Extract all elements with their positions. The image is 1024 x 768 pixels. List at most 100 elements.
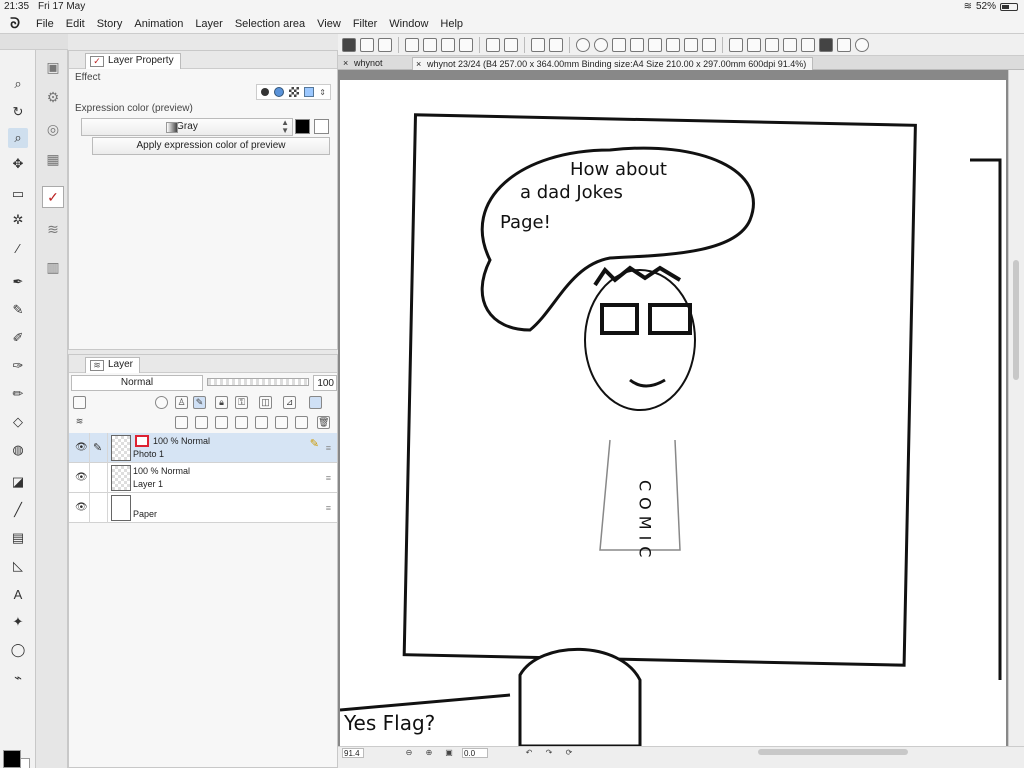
close-icon[interactable]: ×	[343, 57, 348, 69]
tab-whynot[interactable]: × whynot	[340, 57, 389, 70]
expression-color-select[interactable]: Gray ▲ ▼	[81, 118, 293, 136]
ruler-tool-icon[interactable]: ◺	[8, 556, 28, 576]
apply-mask-icon[interactable]	[255, 416, 268, 429]
rotate-right-icon[interactable]: ↷	[544, 748, 554, 758]
tab-layer[interactable]: ≋ Layer	[85, 357, 141, 373]
gradient-tool-icon[interactable]: ◪	[8, 472, 28, 492]
white-color-box[interactable]	[314, 119, 329, 134]
export-icon[interactable]	[459, 37, 473, 52]
rotate-tool-icon[interactable]: ↻	[8, 102, 28, 122]
vertical-scrollbar[interactable]	[1008, 70, 1024, 746]
fill-tool-icon[interactable]: ◍	[8, 440, 28, 460]
zoom-out-icon[interactable]	[594, 37, 608, 52]
new-file-icon[interactable]	[405, 37, 419, 52]
selection-tool-icon[interactable]	[378, 37, 392, 52]
zoom-out-icon[interactable]: ⊖	[404, 748, 414, 758]
operation-tool-icon[interactable]: ⌁	[8, 668, 28, 688]
layer-stack-icon[interactable]: ≋	[73, 416, 86, 429]
redo-icon[interactable]	[504, 37, 518, 52]
layer-row-photo-1[interactable]: 👁︎ ✎ 100 % Normal Photo 1 ✎ ≡	[69, 433, 337, 463]
border-effect-icon[interactable]	[261, 88, 270, 96]
grid-snap-icon[interactable]	[702, 37, 716, 52]
color-icon[interactable]	[837, 37, 851, 52]
menu-help[interactable]: Help	[434, 18, 469, 30]
view-tool-icon[interactable]: ⌕	[8, 128, 28, 148]
ruler-link-icon[interactable]: ⊿	[283, 396, 296, 409]
copy-layer-icon[interactable]	[295, 416, 308, 429]
rotate-icon[interactable]	[648, 37, 662, 52]
move-tool-icon[interactable]: ✥	[8, 154, 28, 174]
apply-expression-color-button[interactable]: Apply expression color of preview	[92, 137, 330, 155]
foreground-color-swatch[interactable]	[3, 750, 21, 768]
zoom-input[interactable]: 91.4	[342, 748, 364, 758]
zoom-in-icon[interactable]	[576, 37, 590, 52]
save-icon[interactable]	[441, 37, 455, 52]
blend-mode-select[interactable]: Normal	[71, 375, 203, 391]
close-icon[interactable]: ×	[416, 58, 421, 70]
layer-menu-icon[interactable]: ≡	[326, 503, 331, 513]
app-logo-icon[interactable]: ᘐ	[0, 15, 30, 32]
open-file-icon[interactable]	[423, 37, 437, 52]
decoration-tool-icon[interactable]: ✏	[8, 384, 28, 404]
undo-icon[interactable]	[486, 37, 500, 52]
menu-edit[interactable]: Edit	[60, 18, 91, 30]
deselect-icon[interactable]	[531, 37, 545, 52]
merge-down-icon[interactable]	[275, 416, 288, 429]
layers-icon[interactable]	[747, 37, 761, 52]
fit-view-icon[interactable]	[612, 37, 626, 52]
layer-row-layer-1[interactable]: 👁︎ 100 % Normal Layer 1 ≡	[69, 463, 337, 493]
new-vector-layer-icon[interactable]	[195, 416, 208, 429]
layer-menu-icon[interactable]: ≡	[326, 473, 331, 483]
eye-icon[interactable]: 👁︎	[75, 502, 88, 513]
new-mask-icon[interactable]	[235, 416, 248, 429]
ruler-icon[interactable]	[666, 37, 680, 52]
menu-layer[interactable]: Layer	[189, 18, 229, 30]
tone-icon[interactable]	[289, 87, 300, 97]
menu-selection-area[interactable]: Selection area	[229, 18, 311, 30]
sub-tool-icon[interactable]: ⚙	[42, 86, 64, 108]
clip-icon[interactable]	[155, 396, 168, 409]
lock-transparency-icon[interactable]: ⚿	[235, 396, 248, 409]
rotate-left-icon[interactable]: ↶	[524, 748, 534, 758]
layer-color-icon[interactable]	[73, 396, 86, 409]
marquee-tool-icon[interactable]: ▭	[8, 184, 28, 204]
layer-stack-icon[interactable]: ≋	[42, 218, 64, 240]
grid-icon[interactable]	[342, 37, 356, 52]
trash-icon[interactable]: 🗑︎	[317, 416, 330, 429]
line-tool-icon[interactable]: ╱	[8, 500, 28, 520]
comic-page[interactable]: How about a dad Jokes Page! COMIC Yes Flag…	[340, 80, 1006, 746]
color-set-icon[interactable]: ▦	[42, 148, 64, 170]
text-tool-icon[interactable]: A	[8, 584, 28, 604]
eyedropper-tool-icon[interactable]: ⁄	[8, 238, 28, 258]
pencil-tool-icon[interactable]: ✎	[8, 300, 28, 320]
reference-icon[interactable]: ♙	[175, 396, 188, 409]
horizontal-scrollbar[interactable]	[758, 749, 908, 755]
correction-tool-icon[interactable]: ✦	[8, 612, 28, 632]
menu-window[interactable]: Window	[383, 18, 434, 30]
menu-file[interactable]: File	[30, 18, 60, 30]
layer-menu-icon[interactable]: ≡	[326, 443, 331, 453]
opacity-slider[interactable]	[207, 378, 309, 386]
camera-icon[interactable]	[801, 37, 815, 52]
mask-icon[interactable]: ◫	[259, 396, 272, 409]
menu-filter[interactable]: Filter	[347, 18, 383, 30]
airbrush-tool-icon[interactable]: ✑	[8, 356, 28, 376]
frame-tool-icon[interactable]: ▤	[8, 528, 28, 548]
layer-color-icon[interactable]	[304, 87, 315, 97]
tab-layer-property[interactable]: ✓ Layer Property	[85, 53, 181, 69]
search-icon[interactable]	[855, 37, 869, 52]
flip-icon[interactable]	[630, 37, 644, 52]
rotation-input[interactable]: 0.0	[462, 748, 488, 758]
zoom-tool-icon[interactable]: ⌕	[8, 74, 28, 94]
menu-story[interactable]: Story	[91, 18, 129, 30]
toggle-icon[interactable]	[783, 37, 797, 52]
zoom-in-icon[interactable]: ⊕	[424, 748, 434, 758]
navigator-icon[interactable]: ▣	[42, 56, 64, 78]
eye-icon[interactable]: 👁︎	[75, 442, 88, 453]
material-panel-icon[interactable]: ▥	[42, 256, 64, 278]
lock-icon[interactable]: 🔒︎	[215, 396, 228, 409]
eraser-tool-icon[interactable]: ◇	[8, 412, 28, 432]
balloon-tool-icon[interactable]: ◯	[8, 640, 28, 660]
color-wheel-icon[interactable]: ◎	[42, 118, 64, 140]
draft-icon[interactable]: ✎	[193, 396, 206, 409]
